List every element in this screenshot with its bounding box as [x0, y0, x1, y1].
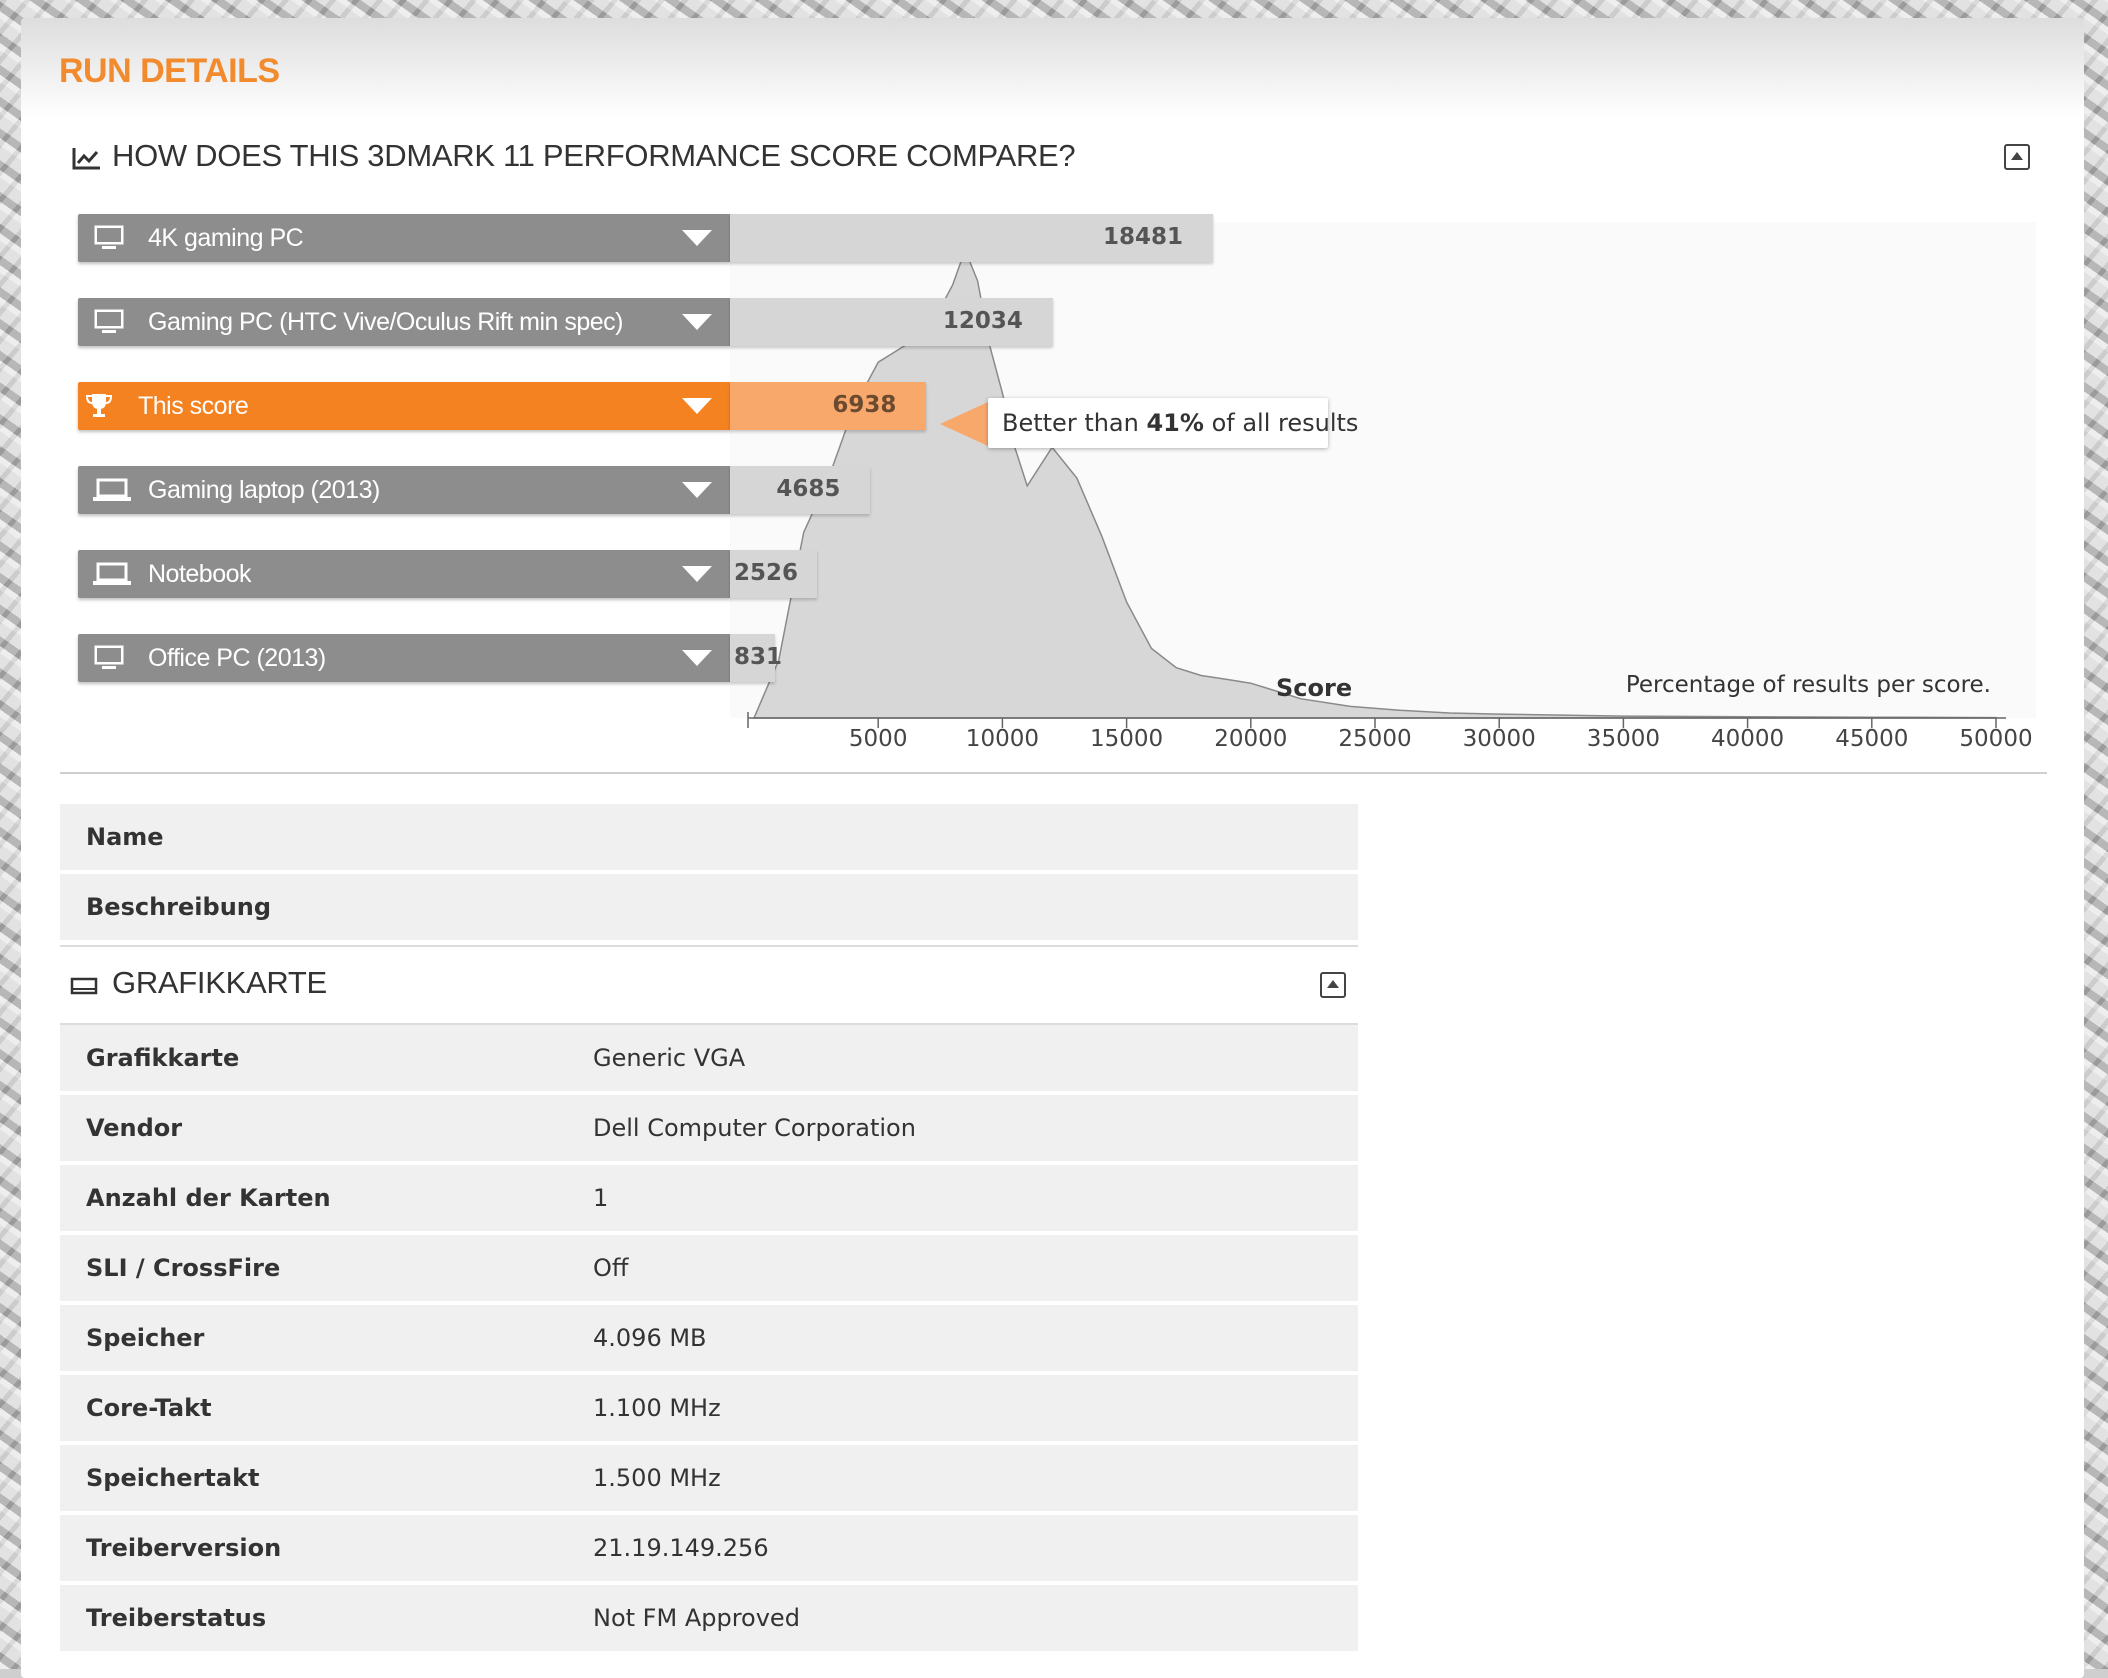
table-row: Name [60, 804, 1358, 870]
compare-row-label: Gaming PC (HTC Vive/Oculus Rift min spec… [148, 308, 624, 336]
chevron-down-icon[interactable] [682, 314, 712, 330]
table-row: Speicher 4.096 MB [60, 1305, 1358, 1371]
panel-header-art [21, 18, 2084, 118]
row-key: Treiberstatus [86, 1604, 267, 1632]
table-row: Vendor Dell Computer Corporation [60, 1095, 1358, 1161]
compare-row-label: 4K gaming PC [148, 224, 304, 252]
row-value: 4.096 MB [593, 1324, 707, 1352]
row-key: Name [86, 823, 164, 851]
compare-bar-value: 18481 [1103, 224, 1184, 250]
compare-bar-1: 12034 [730, 298, 1053, 346]
gpu-table: Grafikkarte Generic VGA Vendor Dell Compute… [60, 1025, 1358, 1655]
run-details-title: RUN DETAILS [59, 52, 280, 90]
row-value: 21.19.149.256 [593, 1534, 769, 1562]
graphics-card-icon [70, 977, 98, 995]
table-row: Grafikkarte Generic VGA [60, 1025, 1358, 1091]
x-tick-label: 15000 [1090, 726, 1164, 752]
compare-row-label: This score [138, 392, 249, 420]
table-row: SLI / CrossFire Off [60, 1235, 1358, 1301]
tooltip-arrow [940, 402, 988, 446]
row-key: Treiberversion [86, 1534, 282, 1562]
table-row: Treiberversion 21.19.149.256 [60, 1515, 1358, 1581]
monitor-icon [92, 644, 126, 672]
chevron-down-icon[interactable] [682, 230, 712, 246]
compare-row-2[interactable]: This score [78, 382, 730, 430]
table-row: Speichertakt 1.500 MHz [60, 1445, 1358, 1511]
compare-row-3[interactable]: Gaming laptop (2013) [78, 466, 730, 514]
collapse-gpu-button[interactable] [1320, 972, 1346, 998]
row-key: Vendor [86, 1114, 183, 1142]
percentile-tooltip: Better than 41% of all results [988, 398, 1358, 448]
chevron-down-icon[interactable] [682, 398, 712, 414]
compare-bar-4: 2526 [730, 550, 817, 598]
x-tick-label: 30000 [1462, 726, 1536, 752]
compare-row-5[interactable]: Office PC (2013) [78, 634, 730, 682]
row-value: Dell Computer Corporation [593, 1114, 916, 1142]
compare-bar-value: 831 [734, 644, 783, 670]
compare-row-label: Notebook [148, 560, 252, 588]
compare-bar-value: 12034 [942, 308, 1023, 334]
row-key: Beschreibung [86, 893, 272, 921]
chevron-down-icon[interactable] [682, 482, 712, 498]
row-value: Off [593, 1254, 629, 1282]
row-value: 1 [593, 1184, 609, 1212]
x-tick-label: 10000 [965, 726, 1039, 752]
compare-bar-5: 831 [730, 634, 782, 682]
y-caption: Percentage of results per score. [1625, 672, 1991, 698]
compare-row-4[interactable]: Notebook [78, 550, 730, 598]
x-tick-label: 35000 [1586, 726, 1660, 752]
compare-section-header: HOW DOES THIS 3DMARK 11 PERFORMANCE SCOR… [60, 118, 2047, 198]
tooltip-prefix: Better than [1002, 409, 1147, 437]
chart-line-icon [72, 148, 100, 170]
compare-row-1[interactable]: Gaming PC (HTC Vive/Oculus Rift min spec… [78, 298, 730, 346]
x-tick-label: 5000 [848, 726, 908, 752]
compare-title: HOW DOES THIS 3DMARK 11 PERFORMANCE SCOR… [112, 138, 1076, 173]
row-key: SLI / CrossFire [86, 1254, 281, 1282]
row-value: 1.500 MHz [593, 1464, 721, 1492]
collapse-compare-button[interactable] [2004, 144, 2030, 170]
compare-bar-3: 4685 [730, 466, 871, 514]
compare-bar-value: 6938 [832, 392, 897, 418]
compare-row-label: Office PC (2013) [148, 644, 326, 672]
x-axis-label: Score [1276, 674, 1353, 702]
x-tick-label: 25000 [1338, 726, 1412, 752]
tooltip-percent: 41% [1146, 409, 1204, 437]
row-key: Speichertakt [86, 1464, 260, 1492]
row-key: Speicher [86, 1324, 205, 1352]
score-comparison-chart: 4K gaming PC 18481 Gaming PC (HTC Vive/Ocu… [60, 196, 2047, 774]
compare-bar-value: 2526 [734, 560, 799, 586]
monitor-icon [92, 308, 126, 336]
row-key: Anzahl der Karten [86, 1184, 331, 1212]
tooltip-suffix: of all results [1203, 409, 1359, 437]
compare-row-0[interactable]: 4K gaming PC [78, 214, 730, 262]
laptop-icon [92, 476, 131, 504]
compare-row-label: Gaming laptop (2013) [148, 476, 380, 504]
table-row: Anzahl der Karten 1 [60, 1165, 1358, 1231]
monitor-icon [92, 224, 126, 252]
table-row: Beschreibung [60, 874, 1358, 940]
row-value: Generic VGA [593, 1044, 746, 1072]
x-tick-label: 20000 [1214, 726, 1288, 752]
gpu-section-title: GRAFIKKARTE [112, 965, 327, 1000]
row-value: Not FM Approved [593, 1604, 800, 1632]
table-row: Treiberstatus Not FM Approved [60, 1585, 1358, 1651]
info-table: Name Beschreibung [60, 804, 1358, 944]
table-row: Core-Takt 1.100 MHz [60, 1375, 1358, 1441]
compare-bar-2: 6938 [730, 382, 927, 430]
gpu-section-header: GRAFIKKARTE [60, 945, 1358, 1025]
trophy-icon [82, 392, 116, 420]
laptop-icon [92, 560, 131, 588]
compare-bar-0: 18481 [730, 214, 1214, 262]
x-tick-label: 40000 [1711, 726, 1785, 752]
row-key: Grafikkarte [86, 1044, 240, 1072]
row-key: Core-Takt [86, 1394, 212, 1422]
compare-bar-value: 4685 [776, 476, 841, 502]
chevron-down-icon[interactable] [682, 566, 712, 582]
row-value: 1.100 MHz [593, 1394, 721, 1422]
chevron-down-icon[interactable] [682, 650, 712, 666]
x-tick-label: 50000 [1959, 726, 2033, 752]
x-tick-label: 45000 [1835, 726, 1909, 752]
